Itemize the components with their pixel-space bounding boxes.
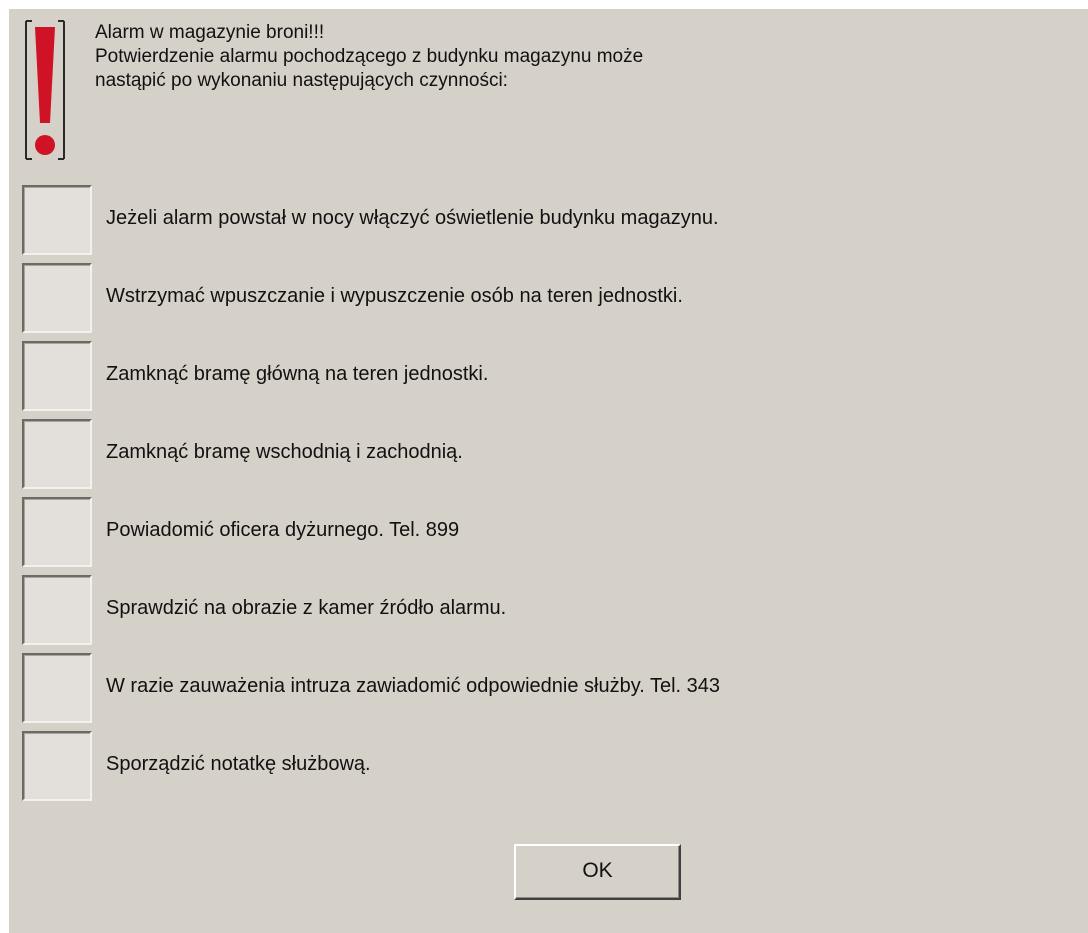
step-checkbox[interactable] <box>22 341 92 411</box>
exclamation-icon <box>25 20 65 160</box>
step-label: Powiadomić oficera dyżurnego. Tel. 899 <box>106 519 460 541</box>
ok-button[interactable]: OK <box>514 844 681 900</box>
step-label: Zamknąć bramę główną na teren jednostki. <box>106 363 489 385</box>
alarm-title: Alarm w magazynie broni!!! <box>95 22 325 43</box>
step-label: Zamknąć bramę wschodnią i zachodnią. <box>106 441 463 463</box>
step-label: Wstrzymać wpuszczanie i wypuszczenie osó… <box>106 285 683 307</box>
step-label: Jeżeli alarm powstał w nocy włączyć oświ… <box>106 207 719 229</box>
step-checkbox[interactable] <box>22 185 92 255</box>
step-checkbox[interactable] <box>22 575 92 645</box>
step-checkbox[interactable] <box>22 731 92 801</box>
step-checkbox[interactable] <box>22 263 92 333</box>
step-label: W razie zauważenia intruza zawiadomić od… <box>106 675 721 697</box>
alarm-message: Alarm w magazynie broni!!! Potwierdzenie… <box>95 21 643 93</box>
alarm-dialog: Alarm w magazynie broni!!! Potwierdzenie… <box>8 8 1088 933</box>
alarm-description-line-2: nastąpić po wykonaniu następujących czyn… <box>95 70 508 91</box>
step-checkbox[interactable] <box>22 653 92 723</box>
step-checkbox[interactable] <box>22 419 92 489</box>
step-checkbox[interactable] <box>22 497 92 567</box>
step-label: Sporządzić notatkę służbową. <box>106 753 371 775</box>
alarm-description-line-1: Potwierdzenie alarmu pochodzącego z budy… <box>95 46 644 67</box>
step-label: Sprawdzić na obrazie z kamer źródło alar… <box>106 597 507 619</box>
